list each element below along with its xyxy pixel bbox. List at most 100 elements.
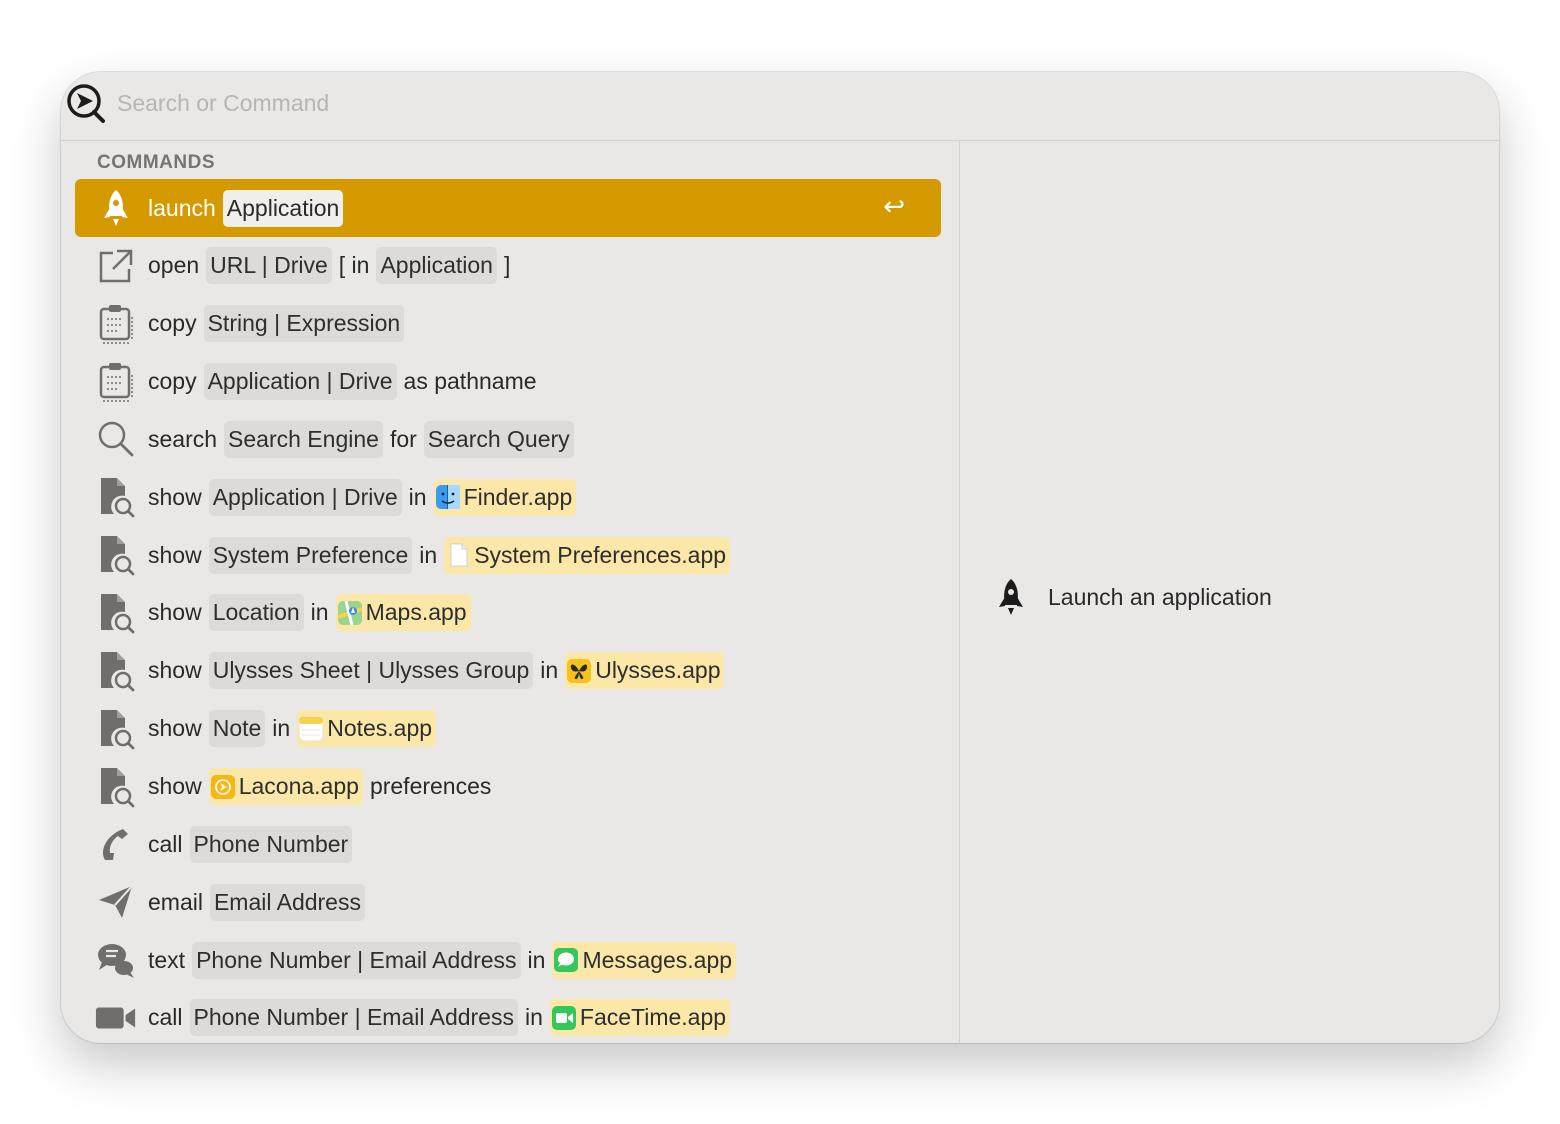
argument-placeholder: Phone Number | Email Address	[189, 999, 518, 1037]
command-keyword: call	[148, 830, 183, 857]
search-input[interactable]	[117, 86, 1017, 120]
notes-app-icon	[298, 716, 324, 742]
command-keyword: copy	[148, 310, 197, 337]
command-row[interactable]: show Lacona.app preferences	[75, 758, 941, 816]
command-keyword: show	[148, 599, 202, 626]
command-phrase: email Email Address	[148, 873, 372, 931]
command-row[interactable]: copy Application | Drive as pathname	[75, 353, 941, 411]
rocket-icon	[95, 188, 137, 228]
command-keyword: open	[148, 252, 200, 279]
messages-app-icon	[554, 948, 579, 973]
argument-placeholder: Application | Drive	[208, 478, 402, 516]
command-keyword: copy	[148, 368, 197, 395]
document-search-icon	[95, 477, 137, 518]
command-keyword: in	[408, 483, 427, 510]
command-keyword: in	[524, 1004, 543, 1031]
maps-app-icon	[336, 600, 363, 626]
command-keyword: text	[148, 946, 186, 973]
document-search-icon	[95, 593, 137, 634]
application-token: FaceTime.app	[549, 999, 731, 1037]
argument-placeholder: System Preference	[208, 536, 413, 574]
rocket-icon	[999, 579, 1023, 615]
command-row[interactable]: email Email Address	[75, 873, 941, 931]
command-phrase: call Phone Number | Email Address in FaceTi…	[148, 989, 737, 1043]
application-token: Notes.app	[297, 710, 437, 748]
clipboard-icon	[95, 362, 137, 402]
command-row[interactable]: show Application | Drive in Finder.app	[75, 468, 941, 526]
command-phrase: copy String | Expression	[148, 295, 411, 353]
lacona-logo-icon	[67, 84, 105, 123]
application-name: FaceTime.app	[579, 1004, 727, 1031]
video-camera-icon	[95, 998, 137, 1038]
application-token: System Preferences.app	[444, 536, 731, 574]
command-keyword: ]	[503, 252, 511, 279]
application-name: System Preferences.app	[474, 541, 727, 568]
command-phrase: show Application | Drive in Finder.app	[148, 468, 583, 526]
application-name: Maps.app	[365, 599, 467, 626]
application-token: Lacona.app	[208, 768, 363, 805]
application-token: Maps.app	[335, 594, 471, 632]
application-name: Ulysses.app	[595, 657, 721, 684]
document-search-icon	[95, 651, 137, 692]
command-keyword: email	[148, 888, 203, 915]
command-phrase: show Lacona.app preferences	[148, 758, 498, 816]
argument-placeholder: String | Expression	[203, 305, 405, 343]
command-row[interactable]: open URL | Drive[ in Application]	[75, 237, 941, 295]
chat-bubbles-icon	[95, 940, 137, 980]
application-token: Ulysses.app	[565, 652, 725, 690]
application-name: Lacona.app	[238, 773, 359, 799]
ulysses-app-icon	[567, 658, 592, 683]
command-keyword: in	[310, 599, 329, 626]
facetime-app-icon	[551, 1005, 576, 1030]
command-row-selected[interactable]: launch Application ↩	[75, 179, 941, 237]
command-keyword: preferences	[369, 773, 492, 799]
command-keyword: in	[540, 657, 559, 684]
argument-placeholder: Application	[376, 247, 497, 285]
command-phrase: call Phone Number	[148, 815, 359, 873]
argument-placeholder: Phone Number | Email Address	[192, 941, 521, 979]
command-row[interactable]: show System Preference in System Preference…	[75, 526, 941, 584]
argument-placeholder: Ulysses Sheet | Ulysses Group	[208, 652, 534, 690]
command-row[interactable]: call Phone Number | Email Address in FaceTi…	[75, 989, 941, 1043]
command-row[interactable]: text Phone Number | Email Address in Messag…	[75, 931, 941, 989]
phone-icon	[95, 824, 137, 864]
command-phrase: text Phone Number | Email Address in Messag…	[148, 931, 743, 989]
command-keyword: call	[148, 1004, 183, 1031]
detail-text: Launch an application	[1048, 583, 1272, 610]
command-row[interactable]: show Location in Maps.app	[75, 584, 941, 642]
detail-pane: Launch an application	[960, 141, 1499, 1043]
command-keyword: search	[148, 425, 218, 452]
command-row[interactable]: show Note in Notes.app	[75, 700, 941, 758]
command-row[interactable]: call Phone Number	[75, 815, 941, 873]
command-keyword: [ in	[338, 252, 370, 279]
return-key-icon: ↩	[883, 191, 905, 221]
application-name: Finder.app	[463, 483, 573, 510]
finder-app-icon	[435, 485, 460, 510]
command-keyword: show	[148, 715, 202, 742]
command-keyword: show	[148, 773, 202, 799]
argument-placeholder: Email Address	[209, 883, 365, 921]
command-phrase: search Search Engine for Search Query	[148, 410, 581, 468]
application-token: Messages.app	[552, 941, 737, 979]
magnifier-icon	[95, 419, 137, 459]
command-keyword: in	[419, 541, 438, 568]
paper-plane-icon	[95, 882, 137, 922]
argument-placeholder: Application	[222, 189, 344, 227]
argument-placeholder: Note	[208, 710, 266, 748]
argument-placeholder: Phone Number	[189, 825, 353, 863]
blank-document-app-icon	[446, 543, 470, 567]
command-keyword: show	[148, 657, 202, 684]
commands-pane: COMMANDS launch Application ↩ open URL | Dri…	[61, 141, 960, 1043]
argument-placeholder: Search Query	[423, 420, 574, 458]
command-keyword: for	[389, 425, 417, 452]
command-keyword: in	[272, 715, 291, 742]
document-search-icon	[95, 535, 137, 576]
lacona-app-icon	[210, 774, 235, 799]
command-row[interactable]: show Ulysses Sheet | Ulysses Group in Ulyss…	[75, 642, 941, 700]
command-keyword: as pathname	[403, 368, 537, 395]
command-row[interactable]: search Search Engine for Search Query	[75, 410, 941, 468]
argument-placeholder: Search Engine	[224, 420, 383, 458]
application-name: Notes.app	[327, 715, 433, 742]
command-row[interactable]: copy String | Expression	[75, 295, 941, 353]
command-phrase: show System Preference in System Preference…	[148, 526, 737, 584]
